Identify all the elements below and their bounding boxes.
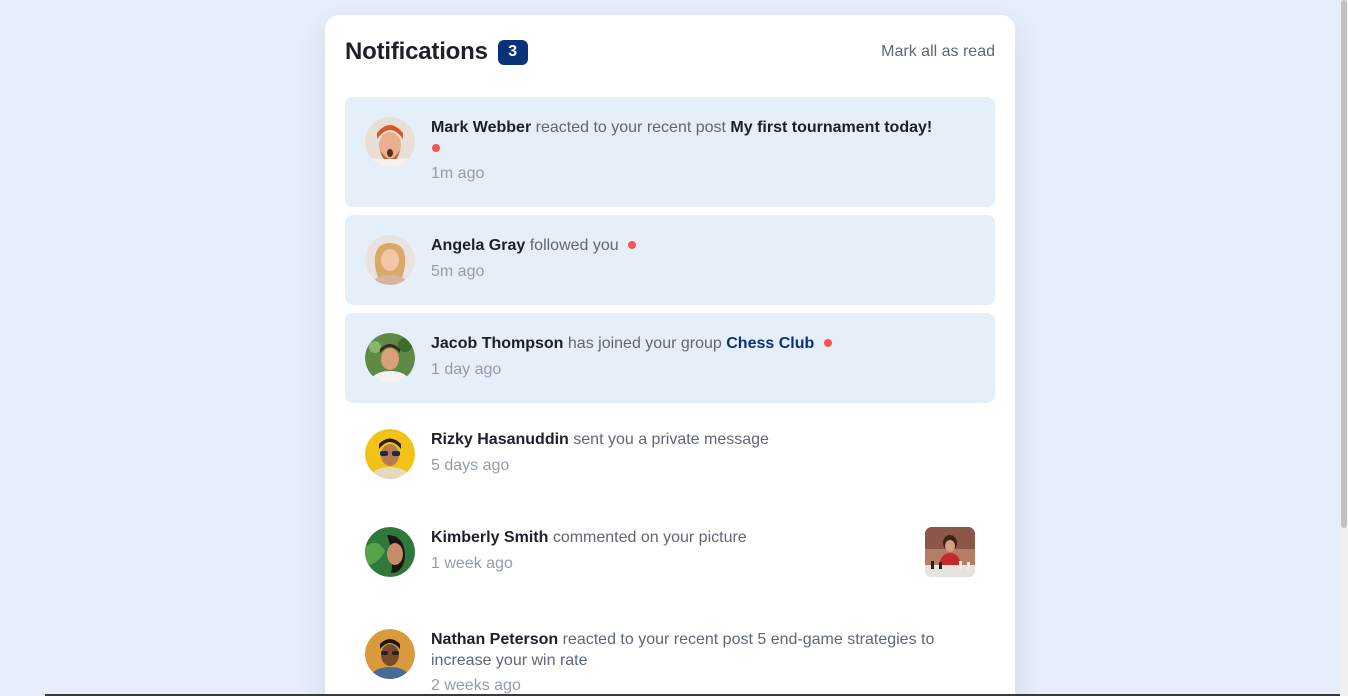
user-name[interactable]: Kimberly Smith [431, 529, 548, 546]
page-title: Notifications [345, 38, 488, 65]
notifications-card: Notifications 3 Mark all as read Mark We… [325, 15, 1015, 696]
user-name[interactable]: Nathan Peterson [431, 631, 558, 648]
notification-content: Kimberly Smith commented on your picture… [431, 527, 909, 574]
notification-time: 1m ago [431, 165, 485, 182]
scrollbar-thumb[interactable] [1341, 0, 1347, 528]
notification-item[interactable]: Mark Webber reacted to your recent post … [345, 97, 995, 207]
notification-action: reacted to your recent post [535, 119, 726, 136]
notification-item[interactable]: Rizky Hasanuddin sent you a private mess… [345, 411, 995, 501]
user-name[interactable]: Angela Gray [431, 237, 525, 254]
avatar-kimberly-smith[interactable] [365, 527, 415, 577]
post-link[interactable]: My first tournament today! [730, 119, 932, 136]
notification-content: Angela Gray followed you 5m ago [431, 235, 975, 282]
avatar-nathan-peterson[interactable] [365, 629, 415, 679]
title-wrap: Notifications 3 [345, 38, 528, 66]
notification-action: has joined your group [567, 335, 722, 352]
unread-dot-icon [432, 144, 440, 152]
page-scrollbar[interactable] [1340, 0, 1348, 696]
notification-time: 2 weeks ago [431, 677, 521, 694]
avatar-mark-webber[interactable] [365, 117, 415, 167]
unread-dot-icon [823, 339, 832, 347]
notification-item[interactable]: Jacob Thompson has joined your group Che… [345, 313, 995, 403]
notification-item[interactable]: Angela Gray followed you 5m ago [345, 215, 995, 305]
avatar-jacob-thompson[interactable] [365, 333, 415, 383]
notification-list: Mark Webber reacted to your recent post … [345, 97, 995, 696]
notification-item[interactable]: Kimberly Smith commented on your picture… [345, 509, 995, 605]
notification-item[interactable]: Nathan Peterson reacted to your recent p… [345, 613, 995, 696]
user-name[interactable]: Jacob Thompson [431, 335, 563, 352]
mark-all-as-read-button[interactable]: Mark all as read [881, 43, 995, 61]
notification-content: Rizky Hasanuddin sent you a private mess… [431, 429, 975, 476]
notification-content: Nathan Peterson reacted to your recent p… [431, 629, 975, 696]
avatar-rizky-hasanuddin[interactable] [365, 429, 415, 479]
notification-time: 5 days ago [431, 457, 510, 474]
notification-time: 5m ago [431, 263, 485, 280]
avatar-angela-gray[interactable] [365, 235, 415, 285]
notification-content: Mark Webber reacted to your recent post … [431, 117, 975, 184]
notification-content: Jacob Thompson has joined your group Che… [431, 333, 975, 380]
notification-action: commented on your picture [552, 529, 747, 546]
notification-action: sent you a private message [573, 431, 769, 448]
notifications-header: Notifications 3 Mark all as read [345, 37, 995, 67]
notification-time: 1 day ago [431, 361, 502, 378]
unread-dot-icon [628, 241, 637, 249]
group-link[interactable]: Chess Club [726, 335, 814, 352]
user-name[interactable]: Rizky Hasanuddin [431, 431, 569, 448]
chess-picture-thumbnail[interactable] [925, 527, 975, 577]
unread-count-badge: 3 [497, 39, 528, 65]
notification-time: 1 week ago [431, 555, 513, 572]
notification-action: followed you [529, 237, 619, 254]
user-name[interactable]: Mark Webber [431, 119, 531, 136]
